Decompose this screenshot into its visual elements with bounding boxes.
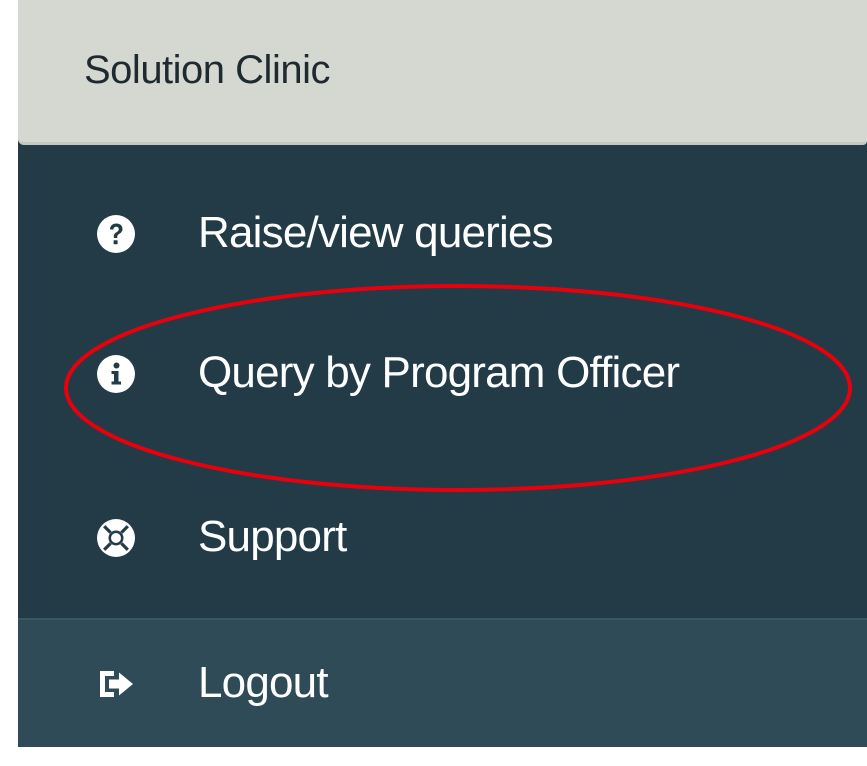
section-title: Solution Clinic xyxy=(84,48,330,92)
sidebar-item-support[interactable]: Support xyxy=(18,482,867,594)
sidebar-item-label: Raise/view queries xyxy=(198,208,554,257)
screenshot-frame: Solution Clinic Raise/view queries Query… xyxy=(0,0,867,766)
section-header-solution-clinic: Solution Clinic xyxy=(18,0,867,145)
question-circle-icon xyxy=(97,215,135,253)
info-circle-icon xyxy=(97,355,135,393)
sidebar-item-logout[interactable]: Logout xyxy=(18,618,867,747)
sidebar-item-label: Query by Program Officer xyxy=(198,348,680,397)
sidebar-item-query-by-program-officer[interactable]: Query by Program Officer xyxy=(18,318,867,430)
sign-out-icon xyxy=(100,670,133,697)
sidebar-item-label: Logout xyxy=(198,657,329,707)
sidebar-item-raise-view-queries[interactable]: Raise/view queries xyxy=(18,178,867,290)
sidebar-item-label: Support xyxy=(198,512,347,561)
sidebar-menu: Solution Clinic Raise/view queries Query… xyxy=(18,0,867,747)
life-ring-icon xyxy=(97,519,135,557)
